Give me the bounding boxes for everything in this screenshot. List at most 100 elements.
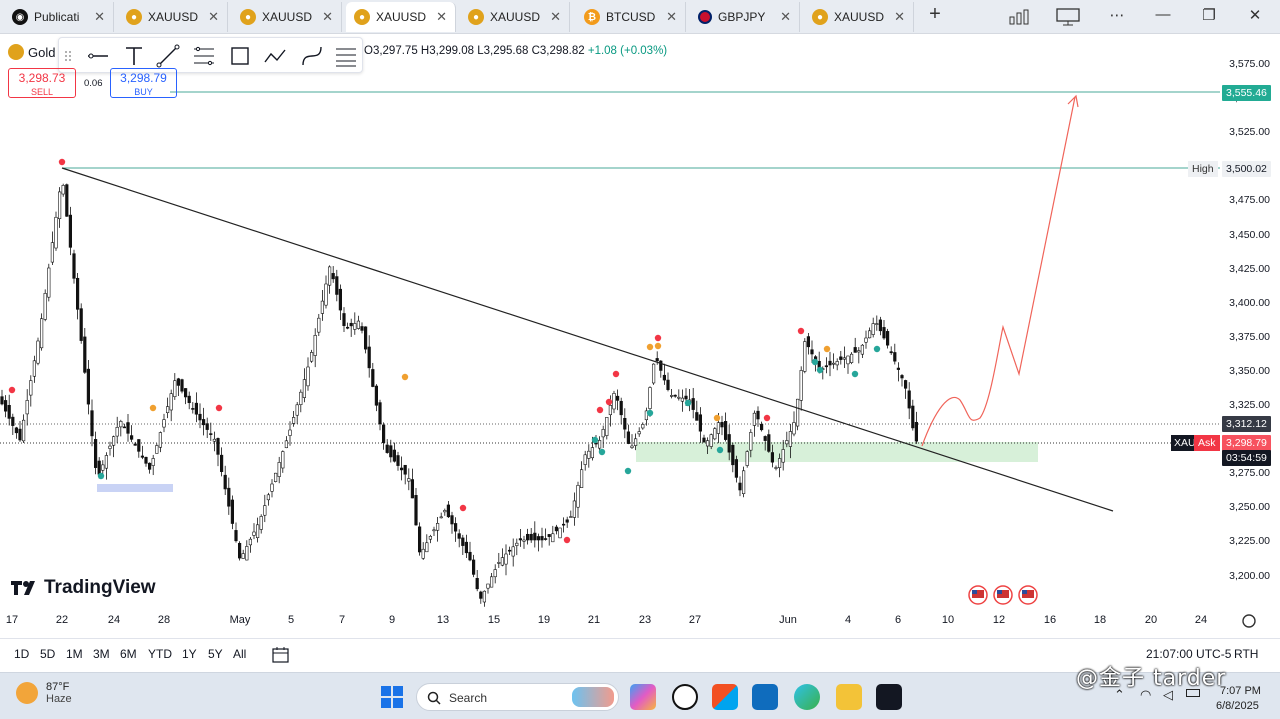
tab-publication[interactable]: ◉ Publicati ✕: [4, 2, 114, 32]
tradingview-taskbar-icon[interactable]: [876, 684, 902, 710]
price-chart[interactable]: [0, 34, 1280, 638]
candle-body: [57, 191, 62, 220]
candle-body: [896, 367, 900, 370]
range-1d[interactable]: 1D: [14, 647, 29, 661]
fib-retracement-tool-icon[interactable]: [331, 38, 361, 74]
price-tick-label: 3,350.00: [1229, 364, 1270, 377]
close-window-button[interactable]: ✕: [1242, 6, 1268, 24]
close-icon[interactable]: ✕: [894, 9, 905, 25]
range-5y[interactable]: 5Y: [208, 647, 223, 661]
tab-xauusd-5[interactable]: ● XAUUSD ✕: [804, 2, 914, 32]
close-icon[interactable]: ✕: [550, 9, 561, 25]
buy-button[interactable]: 3,298.79 BUY: [110, 68, 177, 98]
weather-widget[interactable]: 87°F Haze: [16, 681, 72, 705]
range-6m[interactable]: 6M: [120, 647, 137, 661]
candle-body: [457, 533, 461, 539]
candle-body: [363, 326, 368, 350]
signal-dot: [58, 158, 66, 166]
signal-dot: [811, 358, 819, 366]
time-tick-label: 13: [436, 614, 450, 626]
tab-xauusd-active[interactable]: ● XAUUSD ✕: [346, 2, 456, 32]
candle-body: [540, 536, 544, 541]
horizontal-line-tool-icon[interactable]: [83, 38, 113, 74]
candle-body: [875, 323, 879, 325]
range-3m[interactable]: 3M: [93, 647, 110, 661]
tab-btcusd[interactable]: ₿ BTCUSD ✕: [576, 2, 686, 32]
signal-dot: [873, 345, 881, 353]
clock-date[interactable]: 6/8/2025: [1216, 700, 1259, 712]
candle-body: [579, 469, 584, 488]
candle-body: [385, 444, 389, 453]
candle-body: [392, 449, 397, 462]
search-placeholder: Search: [449, 691, 488, 705]
threads-icon[interactable]: [672, 684, 698, 710]
timezone-label[interactable]: 21:07:00 UTC-5: [1146, 647, 1231, 661]
tab-xauusd-1[interactable]: ● XAUUSD ✕: [118, 2, 228, 32]
price-tick-label: 3,275.00: [1229, 467, 1270, 480]
candle-body: [882, 327, 886, 339]
candle-body: [597, 440, 602, 449]
tab-gbpjpy[interactable]: GBPJPY ✕: [690, 2, 800, 32]
candle-body: [281, 451, 285, 469]
candle-body: [709, 434, 713, 447]
candle-body: [788, 431, 792, 447]
close-icon[interactable]: ✕: [322, 9, 333, 25]
candle-body: [561, 523, 566, 526]
time-tick-label: 4: [844, 614, 852, 626]
close-icon[interactable]: ✕: [780, 9, 791, 25]
tab-xauusd-4[interactable]: ● XAUUSD ✕: [460, 2, 570, 32]
price-tick-label: 3,575.00: [1229, 58, 1270, 70]
layout-icon[interactable]: [1008, 8, 1030, 26]
range-all[interactable]: All: [233, 647, 246, 661]
economic-events[interactable]: [968, 585, 1038, 605]
candle-body: [158, 432, 163, 448]
close-icon[interactable]: ✕: [94, 9, 105, 25]
tradingview-logo[interactable]: TradingView: [10, 577, 156, 599]
more-icon[interactable]: ⋯: [1104, 6, 1130, 24]
new-tab-button[interactable]: +: [922, 3, 948, 26]
range-1m[interactable]: 1M: [66, 647, 83, 661]
copilot-icon[interactable]: [630, 684, 656, 710]
signal-dot: [563, 536, 571, 544]
candle-body: [479, 591, 483, 599]
microsoft-store-icon[interactable]: [712, 684, 738, 710]
session-label[interactable]: RTH: [1234, 647, 1258, 661]
range-1y[interactable]: 1Y: [182, 647, 197, 661]
candle-body: [651, 363, 656, 384]
maximize-button[interactable]: ❐: [1196, 6, 1222, 24]
close-icon[interactable]: ✕: [666, 9, 677, 25]
edge-icon[interactable]: [794, 684, 820, 710]
candle-body: [511, 546, 515, 557]
candle-body: [360, 326, 364, 331]
file-explorer-icon[interactable]: [836, 684, 862, 710]
taskbar-search[interactable]: Search: [416, 683, 619, 711]
close-icon[interactable]: ✕: [208, 9, 219, 25]
candle-body: [500, 557, 505, 566]
sell-button[interactable]: 3,298.73 SELL: [8, 68, 76, 98]
curve-tool-icon[interactable]: [297, 38, 327, 74]
close-icon[interactable]: ✕: [436, 9, 447, 25]
calendar-icon[interactable]: [271, 646, 291, 664]
trendline[interactable]: [61, 167, 1114, 512]
projection-path[interactable]: [921, 96, 1076, 447]
rectangle-tool-icon[interactable]: [225, 38, 255, 74]
symbol-button[interactable]: Gold: [8, 44, 58, 60]
windows-start-icon[interactable]: [380, 685, 404, 709]
range-5d[interactable]: 5D: [40, 647, 55, 661]
range-ytd[interactable]: YTD: [148, 647, 172, 661]
candle-body: [543, 538, 548, 540]
candle-body: [576, 485, 580, 508]
candle-body: [745, 451, 749, 466]
parallel-channel-tool-icon[interactable]: [189, 38, 219, 74]
signal-dot: [97, 472, 105, 480]
minimize-button[interactable]: —: [1150, 6, 1176, 23]
path-tool-icon[interactable]: [261, 38, 291, 74]
outlook-icon[interactable]: [752, 684, 778, 710]
candle-body: [112, 436, 116, 446]
screen-icon[interactable]: [1056, 8, 1080, 26]
candle-body: [655, 358, 659, 362]
candle-body: [331, 273, 335, 280]
chart-settings-icon[interactable]: [1242, 614, 1256, 628]
high-price-label: 3,500.02: [1222, 161, 1271, 177]
tab-xauusd-2[interactable]: ● XAUUSD ✕: [232, 2, 342, 32]
